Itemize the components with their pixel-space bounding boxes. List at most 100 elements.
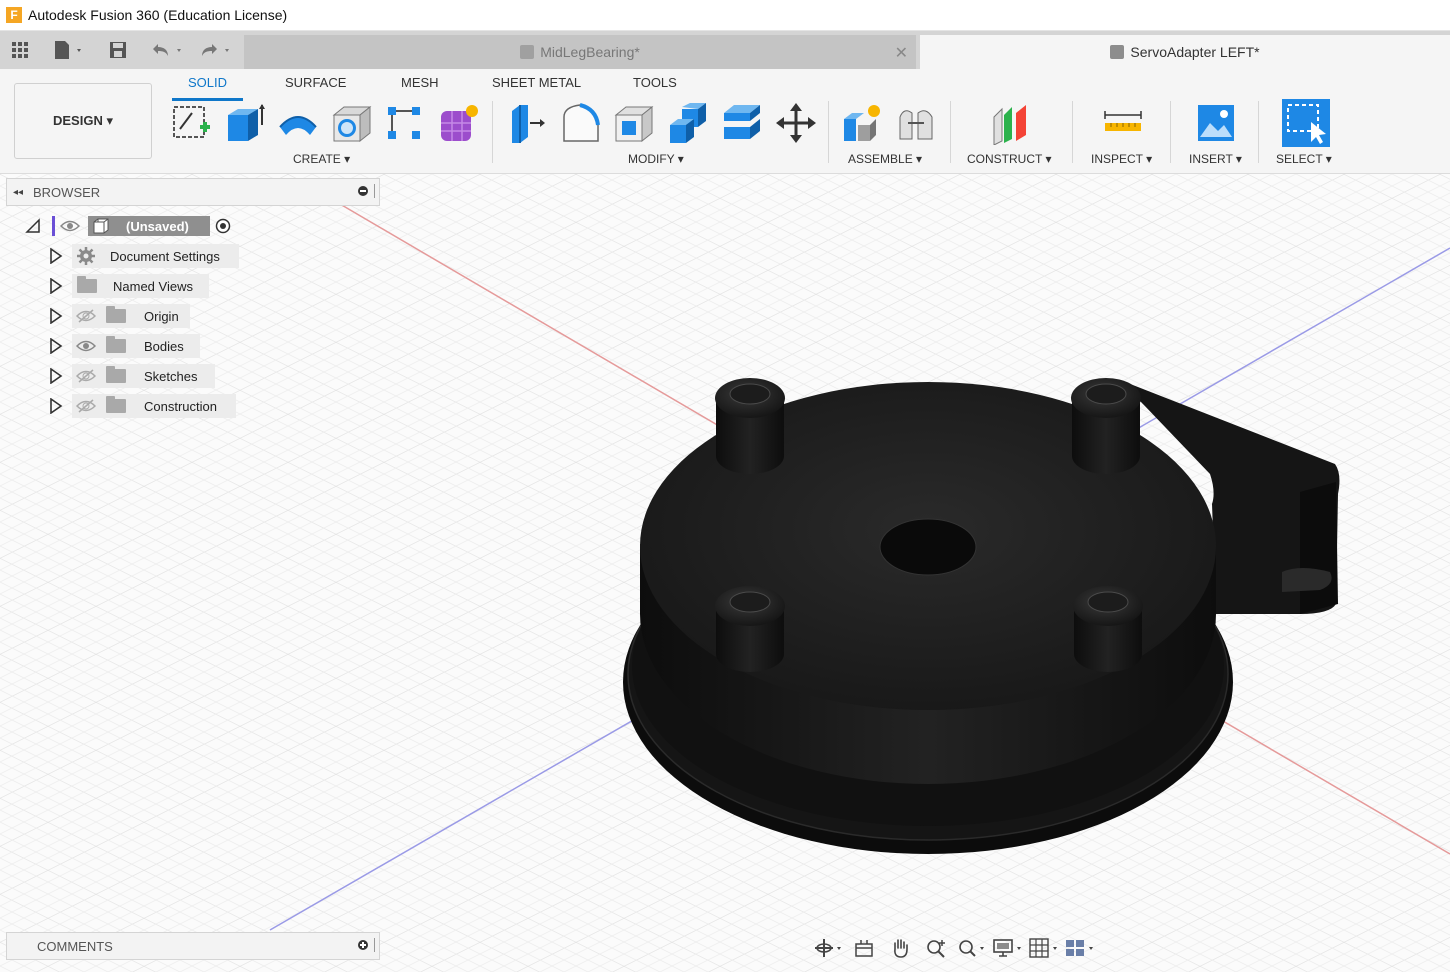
browser-item-label: Named Views bbox=[113, 278, 193, 294]
workspace-switcher-button[interactable]: DESIGN ▾ bbox=[14, 83, 152, 159]
toolbar-divider bbox=[1170, 101, 1171, 163]
minimize-icon[interactable] bbox=[358, 186, 368, 196]
joint-icon[interactable] bbox=[894, 101, 938, 145]
resize-handle-icon[interactable] bbox=[374, 184, 375, 198]
eye-hidden-icon[interactable] bbox=[76, 369, 96, 383]
tab-label: ServoAdapter LEFT* bbox=[1130, 44, 1260, 60]
expand-triangle-icon[interactable] bbox=[49, 278, 63, 294]
combine-icon[interactable] bbox=[666, 101, 710, 145]
assemble-menu[interactable]: ASSEMBLE ▾ bbox=[848, 152, 922, 166]
browser-title: BROWSER bbox=[33, 184, 101, 200]
insert-image-icon[interactable] bbox=[1194, 101, 1238, 145]
pin-bottom-left bbox=[715, 586, 785, 672]
gear-icon bbox=[77, 247, 95, 265]
inspect-menu[interactable]: INSPECT ▾ bbox=[1091, 152, 1152, 166]
pan-icon[interactable] bbox=[884, 936, 916, 960]
close-icon[interactable]: ✕ bbox=[895, 43, 908, 63]
press-pull-icon[interactable] bbox=[504, 101, 548, 145]
modify-menu[interactable]: MODIFY ▾ bbox=[628, 152, 684, 166]
zoom-icon[interactable] bbox=[920, 936, 952, 960]
tab-solid[interactable]: SOLID bbox=[171, 75, 244, 101]
eye-icon[interactable] bbox=[76, 339, 96, 353]
look-at-icon[interactable] bbox=[848, 936, 880, 960]
measure-icon[interactable] bbox=[1101, 101, 1145, 145]
expand-triangle-icon[interactable] bbox=[25, 218, 41, 234]
folder-icon bbox=[77, 276, 97, 293]
undo-icon[interactable] bbox=[148, 40, 188, 60]
viewports-icon[interactable] bbox=[1064, 936, 1096, 960]
expand-triangle-icon[interactable] bbox=[49, 308, 63, 324]
fillet-icon[interactable] bbox=[558, 101, 602, 145]
tab-surface[interactable]: SURFACE bbox=[285, 75, 346, 95]
component-cube-icon bbox=[520, 45, 535, 59]
fit-icon[interactable] bbox=[956, 936, 988, 960]
toolbar-divider bbox=[950, 101, 951, 163]
expand-triangle-icon[interactable] bbox=[49, 398, 63, 414]
construct-menu[interactable]: CONSTRUCT ▾ bbox=[967, 152, 1051, 166]
offset-face-icon[interactable] bbox=[720, 101, 764, 145]
eye-icon[interactable] bbox=[60, 219, 80, 233]
eye-hidden-icon[interactable] bbox=[76, 399, 96, 413]
pin-top-right bbox=[1071, 378, 1141, 474]
expand-triangle-icon[interactable] bbox=[49, 368, 63, 384]
grid-icon[interactable] bbox=[10, 40, 30, 60]
add-comment-icon[interactable] bbox=[358, 940, 368, 950]
pattern-icon[interactable] bbox=[382, 101, 426, 145]
insert-menu[interactable]: INSERT ▾ bbox=[1189, 152, 1242, 166]
select-icon[interactable] bbox=[1281, 98, 1331, 148]
tab-tools[interactable]: TOOLS bbox=[633, 75, 677, 95]
toolbar-divider bbox=[1258, 101, 1259, 163]
3d-viewport[interactable] bbox=[0, 174, 1450, 972]
browser-item-label: Bodies bbox=[144, 338, 184, 354]
tab-servoadapter-left[interactable]: ServoAdapter LEFT* bbox=[920, 35, 1450, 69]
component-icon bbox=[93, 218, 109, 234]
pin-top-left bbox=[715, 378, 785, 474]
navigation-bar bbox=[812, 932, 1108, 964]
tab-midlegbearing[interactable]: MidLegBearing* ✕ bbox=[244, 35, 916, 69]
extrude-icon[interactable] bbox=[222, 101, 266, 145]
root-component-label[interactable]: (Unsaved) bbox=[88, 216, 210, 236]
fusion-logo-icon: F bbox=[6, 7, 22, 23]
folder-icon bbox=[106, 396, 126, 413]
grid-settings-icon[interactable] bbox=[1028, 936, 1060, 960]
create-menu[interactable]: CREATE ▾ bbox=[293, 152, 350, 166]
ribbon-toolbar: DESIGN ▾ SOLID SURFACE MESH SHEET METAL … bbox=[0, 69, 1450, 174]
browser-item-label: Origin bbox=[144, 308, 179, 324]
comments-panel-header[interactable]: COMMENTS bbox=[6, 932, 380, 960]
component-cube-icon bbox=[1110, 45, 1125, 59]
redo-icon[interactable] bbox=[196, 40, 236, 60]
revolve-icon[interactable] bbox=[276, 101, 320, 145]
file-icon[interactable] bbox=[52, 40, 86, 60]
move-icon[interactable] bbox=[774, 101, 818, 145]
create-form-icon[interactable] bbox=[436, 101, 480, 145]
toolbar-divider bbox=[828, 101, 829, 163]
folder-icon bbox=[106, 306, 126, 323]
title-bar: F Autodesk Fusion 360 (Education License… bbox=[0, 0, 1450, 31]
eye-hidden-icon[interactable] bbox=[76, 309, 96, 323]
resize-handle-icon[interactable] bbox=[374, 938, 375, 952]
pin-bottom-right bbox=[1073, 586, 1143, 672]
folder-icon bbox=[106, 336, 126, 353]
browser-panel-header[interactable]: ◂◂ BROWSER bbox=[6, 178, 380, 206]
tab-label: MidLegBearing* bbox=[540, 44, 640, 60]
select-menu[interactable]: SELECT ▾ bbox=[1276, 152, 1332, 166]
toolbar-divider bbox=[1072, 101, 1073, 163]
activate-radio-icon[interactable] bbox=[215, 218, 231, 234]
hole-icon[interactable] bbox=[330, 101, 374, 145]
orbit-icon[interactable] bbox=[812, 936, 844, 960]
shell-icon[interactable] bbox=[612, 101, 656, 145]
create-sketch-icon[interactable] bbox=[170, 101, 214, 145]
expand-triangle-icon[interactable] bbox=[49, 338, 63, 354]
display-settings-icon[interactable] bbox=[992, 936, 1024, 960]
toolbar-divider bbox=[492, 101, 493, 163]
tab-sheet-metal[interactable]: SHEET METAL bbox=[492, 75, 581, 95]
window-title: Autodesk Fusion 360 (Education License) bbox=[28, 7, 288, 23]
collapse-panel-icon[interactable]: ◂◂ bbox=[13, 187, 33, 198]
offset-plane-icon[interactable] bbox=[990, 101, 1034, 146]
browser-item-label: Sketches bbox=[144, 368, 198, 384]
save-icon[interactable] bbox=[108, 40, 128, 60]
expand-triangle-icon[interactable] bbox=[49, 248, 63, 264]
tab-mesh[interactable]: MESH bbox=[401, 75, 439, 95]
panel-controls bbox=[358, 184, 375, 198]
new-component-icon[interactable] bbox=[840, 101, 884, 145]
